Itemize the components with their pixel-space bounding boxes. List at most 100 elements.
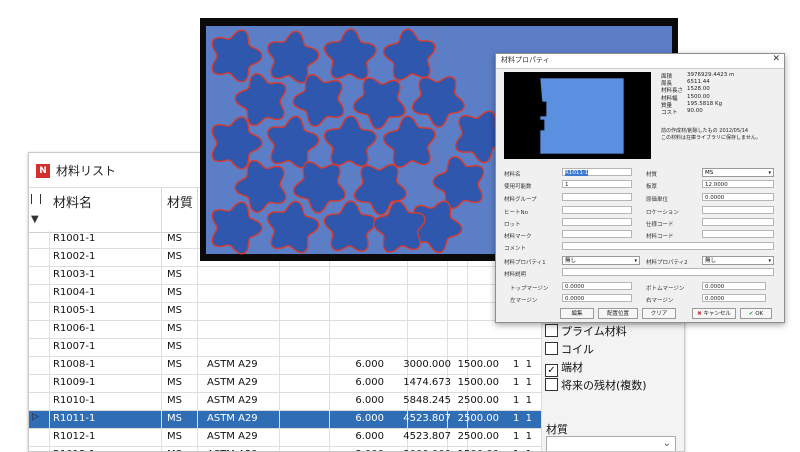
cell-material: MS: [167, 377, 182, 388]
grid-line: [329, 285, 330, 302]
grid-line: [49, 285, 50, 302]
material-preview: [504, 72, 651, 159]
description-label: 材料説明: [504, 272, 527, 278]
checkbox-label: 端材: [561, 361, 583, 374]
grid-line: [467, 339, 468, 356]
grid-line: [197, 411, 198, 428]
filter-icon[interactable]: ▼: [31, 214, 39, 225]
description-input[interactable]: [562, 268, 774, 276]
grid-line: [467, 303, 468, 320]
available-qty-input[interactable]: 1: [562, 180, 632, 188]
ok-button[interactable]: ✔ OK: [740, 308, 772, 319]
grid-line: [49, 429, 50, 446]
right-margin-input[interactable]: 0.0000: [702, 294, 766, 302]
grid-line: [49, 339, 50, 356]
thickness-input[interactable]: 12.0000: [702, 180, 774, 188]
grid-line: [161, 231, 162, 248]
cell-qty: 1: [513, 431, 520, 442]
grid-line: [161, 285, 162, 302]
info-note-row: 前の作成材/削除したもの 2012/05/14: [661, 127, 779, 134]
cell-material: MS: [167, 413, 182, 424]
column-header-material[interactable]: 材質: [167, 192, 193, 211]
info-value: 195.5818 Kg: [687, 100, 723, 107]
info-row: 質量 195.5818 Kg: [661, 100, 779, 109]
checkbox-box[interactable]: [545, 324, 558, 337]
cancel-label: キャンセル: [703, 311, 731, 317]
chevron-down-icon: ▾: [768, 258, 771, 264]
grid-line: [447, 267, 448, 284]
cell-material: MS: [167, 431, 182, 442]
column-divider[interactable]: [161, 188, 162, 232]
grid-line: [161, 321, 162, 338]
checkbox-box[interactable]: [545, 342, 558, 355]
future-remnant-checkbox[interactable]: 将来の残材(複数): [545, 377, 647, 393]
chevron-down-icon: ▾: [768, 170, 771, 176]
grid-line: [329, 375, 330, 392]
info-key: コスト: [661, 109, 678, 116]
spec-code-input[interactable]: [702, 218, 774, 226]
location-input[interactable]: [702, 206, 774, 214]
checkmark-icon[interactable]: ✓: [545, 364, 558, 377]
bottom-margin-input[interactable]: 0.0000: [702, 282, 766, 290]
grid-line: [447, 321, 448, 338]
material-code-input[interactable]: [702, 230, 774, 238]
lot-input[interactable]: [562, 218, 632, 226]
layout-button[interactable]: 配置位置: [598, 308, 638, 319]
bottom-margin-label: ボトムマージン: [646, 286, 685, 292]
comment-input[interactable]: [562, 242, 774, 250]
grid-line: [447, 285, 448, 302]
cell-material: MS: [167, 269, 182, 280]
checkbox-label: プライム材料: [561, 325, 627, 338]
cell-material: MS: [167, 233, 182, 244]
column-header-name[interactable]: 材料名: [53, 192, 92, 211]
material-code-label: 材料コード: [646, 234, 674, 240]
cancel-button[interactable]: ✖ キャンセル: [692, 308, 736, 319]
column-chooser-icon[interactable]: [31, 194, 41, 204]
cell-qty: 1: [513, 395, 520, 406]
left-margin-input[interactable]: 0.0000: [562, 294, 632, 302]
unit-cost-input[interactable]: 0.0000: [702, 193, 774, 201]
info-row: 材料長さ 1528.00: [661, 86, 779, 94]
property1-select[interactable]: 無し ▾: [562, 256, 640, 265]
material-group-input[interactable]: [562, 193, 632, 201]
grid-line: [447, 303, 448, 320]
property2-select[interactable]: 無し ▾: [702, 256, 774, 265]
coil-checkbox[interactable]: コイル: [545, 341, 594, 357]
grid-line: [49, 357, 50, 374]
grid-line: [279, 357, 280, 374]
material-name-input[interactable]: R1011-1: [562, 168, 632, 176]
ok-label: OK: [755, 311, 764, 317]
cell-length: 4523.807: [403, 413, 451, 424]
cell-name: R1011-1: [53, 413, 96, 424]
info-value: 90.00: [687, 107, 703, 114]
grid-line: [279, 339, 280, 356]
cell-thickness: 6.000: [355, 431, 384, 442]
grid-line: [407, 339, 408, 356]
remnant-checkbox[interactable]: ✓ 端材: [545, 359, 583, 377]
grid-line: [49, 375, 50, 392]
column-divider[interactable]: [197, 188, 198, 232]
property1-label: 材料プロパティ1: [504, 260, 546, 266]
cell-width: 2500.00: [457, 431, 499, 442]
grid-line: [49, 411, 50, 428]
cell-name: R1009-1: [53, 377, 96, 388]
material-mark-input[interactable]: [562, 230, 632, 238]
cell-width: 1500.00: [457, 377, 499, 388]
cell-count: 1: [525, 413, 532, 424]
top-margin-input[interactable]: 0.0000: [562, 282, 632, 290]
cell-name: R1012-1: [53, 431, 96, 442]
clear-button[interactable]: クリア: [642, 308, 676, 319]
grid-line: [329, 303, 330, 320]
heat-no-input[interactable]: [562, 206, 632, 214]
material-type-select[interactable]: MS ▾: [702, 168, 774, 177]
thickness-label: 板厚: [646, 184, 658, 190]
checkbox-box[interactable]: [545, 378, 558, 391]
grid-line: [49, 303, 50, 320]
edit-button[interactable]: 編集: [560, 308, 594, 319]
grid-line: [329, 429, 330, 446]
prime-material-checkbox[interactable]: プライム材料: [545, 323, 627, 339]
cell-name: R1010-1: [53, 395, 96, 406]
grid-line: [197, 303, 198, 320]
cell-length: 1474.673: [403, 377, 451, 388]
close-icon[interactable]: ✕: [772, 54, 780, 64]
